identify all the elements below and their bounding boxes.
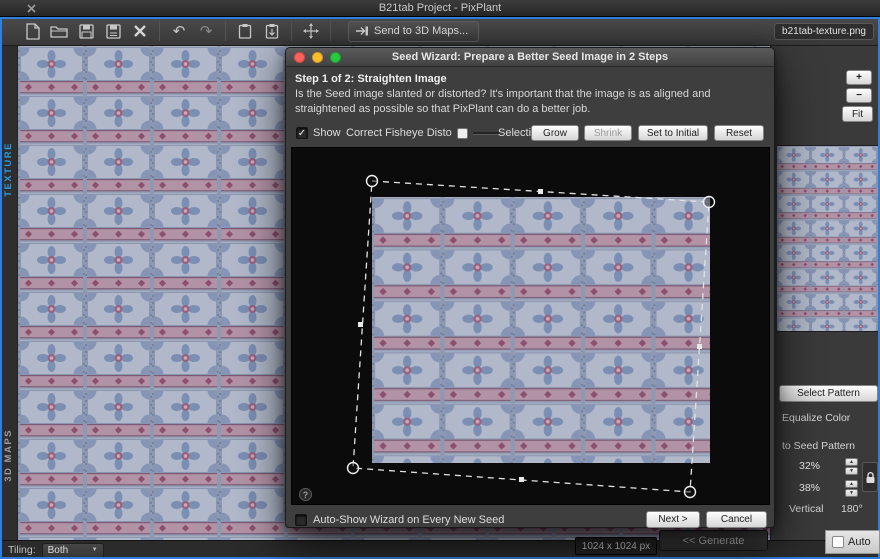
auto-checkbox[interactable] xyxy=(832,536,844,548)
percent-value-2: 38% xyxy=(799,482,821,494)
autoshow-toggle[interactable]: Auto-Show Wizard on Every New Seed xyxy=(295,512,504,528)
stepper-down-icon: ▼ xyxy=(845,467,858,475)
to-seed-pattern-label[interactable]: to Seed Pattern xyxy=(782,440,855,452)
send-arrow-icon xyxy=(356,26,368,36)
percent-1-stepper[interactable]: ▲ ▼ xyxy=(845,458,858,475)
dialog-titlebar[interactable]: Seed Wizard: Prepare a Better Seed Image… xyxy=(286,48,774,67)
paste-into-selection-icon[interactable] xyxy=(262,21,282,41)
lock-icon xyxy=(866,471,874,483)
fisheye-label: Correct Fisheye Disto xyxy=(346,127,452,139)
show-label: Show xyxy=(313,127,341,139)
percent-value-1: 32% xyxy=(799,460,821,472)
autoshow-checkbox[interactable] xyxy=(295,514,307,526)
lock-ratio-button[interactable] xyxy=(862,462,878,492)
step-heading: Step 1 of 2: Straighten Image xyxy=(295,73,447,85)
dialog-zoom-button[interactable] xyxy=(330,52,341,63)
selection-quad[interactable] xyxy=(352,180,710,493)
straighten-preview[interactable]: ? xyxy=(291,147,770,505)
move-tool-icon[interactable] xyxy=(301,21,321,41)
stepper-up-icon: ▲ xyxy=(845,458,858,466)
send-to-3d-maps-button[interactable]: Send to 3D Maps... xyxy=(348,20,480,42)
canvas-size-badge: 1024 x 1024 px xyxy=(575,537,657,555)
stepper-up-icon: ▲ xyxy=(845,480,858,488)
percent-2-stepper[interactable]: ▲ ▼ xyxy=(845,480,858,497)
zoom-in-button[interactable]: + xyxy=(846,70,872,85)
dialog-title: Seed Wizard: Prepare a Better Seed Image… xyxy=(391,51,669,63)
tiling-label: Tiling: xyxy=(8,544,36,556)
save-as-icon[interactable] xyxy=(103,21,123,41)
seed-filename-badge: b21tab-texture.png xyxy=(774,22,874,40)
save-icon[interactable] xyxy=(76,21,96,41)
window-titlebar: B21tab Project - PixPlant xyxy=(0,0,880,17)
rotation-angle-label[interactable]: 180° xyxy=(841,503,863,515)
autoshow-label: Auto-Show Wizard on Every New Seed xyxy=(313,514,505,526)
fisheye-control[interactable]: Correct Fisheye Disto xyxy=(346,125,499,141)
auto-generate-toggle[interactable]: Auto xyxy=(825,530,880,554)
stepper-down-icon: ▼ xyxy=(845,489,858,497)
tab-3d-maps[interactable]: 3D MAPS xyxy=(3,429,14,482)
generate-button[interactable]: << Generate xyxy=(659,530,768,551)
texture-preview-thumbnail[interactable] xyxy=(777,145,880,332)
selection-corner-handles[interactable] xyxy=(346,174,716,499)
show-toggle[interactable]: ✓ Show xyxy=(296,125,341,141)
toolbar-separator xyxy=(291,21,292,41)
help-button[interactable]: ? xyxy=(299,488,312,501)
toolbar-separator xyxy=(225,21,226,41)
fisheye-slider[interactable] xyxy=(472,131,499,135)
shrink-button[interactable]: Shrink xyxy=(584,125,632,141)
show-checkbox[interactable]: ✓ xyxy=(296,127,308,139)
window-title: B21tab Project - PixPlant xyxy=(378,2,502,14)
step-description: Is the Seed image slanted or distorted? … xyxy=(295,88,711,115)
zoom-out-button[interactable]: − xyxy=(846,88,872,103)
selection-mid-handles[interactable] xyxy=(358,189,702,482)
dialog-minimize-button[interactable] xyxy=(312,52,323,63)
tiling-dropdown[interactable]: Both ▼ xyxy=(41,542,104,558)
set-to-initial-button[interactable]: Set to Initial xyxy=(638,125,708,141)
chevron-down-icon: ▼ xyxy=(91,547,98,553)
selection-overlay xyxy=(346,174,716,499)
app-window: B21tab Project - PixPlant ↶ ↷ Send to 3D… xyxy=(0,0,880,559)
auto-label: Auto xyxy=(848,536,871,548)
tab-texture[interactable]: TEXTURE xyxy=(3,142,14,197)
next-button[interactable]: Next > xyxy=(646,511,700,528)
close-project-icon[interactable] xyxy=(130,21,150,41)
new-project-icon[interactable] xyxy=(22,21,42,41)
select-pattern-button[interactable]: Select Pattern xyxy=(779,385,878,402)
open-project-icon[interactable] xyxy=(49,21,69,41)
undo-icon[interactable]: ↶ xyxy=(169,21,189,41)
toolbar-separator xyxy=(330,21,331,41)
paste-as-seed-icon[interactable] xyxy=(235,21,255,41)
fit-button[interactable]: Fit xyxy=(842,106,873,122)
titlebar-close-icon[interactable] xyxy=(26,3,37,14)
fisheye-checkbox[interactable] xyxy=(456,127,468,139)
cancel-button[interactable]: Cancel xyxy=(706,511,767,528)
vertical-option-label[interactable]: Vertical xyxy=(789,503,823,515)
grow-button[interactable]: Grow xyxy=(531,125,579,141)
redo-icon[interactable]: ↷ xyxy=(196,21,216,41)
seed-wizard-dialog: Seed Wizard: Prepare a Better Seed Image… xyxy=(285,47,775,528)
toolbar-separator xyxy=(159,21,160,41)
right-panel: + − Fit Select Pattern Equalize Color to… xyxy=(770,46,880,540)
reset-button[interactable]: Reset xyxy=(714,125,764,141)
main-toolbar: ↶ ↷ Send to 3D Maps... b21tab-texture.pn… xyxy=(0,17,880,46)
side-tab-strip: TEXTURE 3D MAPS xyxy=(0,46,18,540)
equalize-color-label[interactable]: Equalize Color xyxy=(782,412,850,424)
dialog-close-button[interactable] xyxy=(294,52,305,63)
